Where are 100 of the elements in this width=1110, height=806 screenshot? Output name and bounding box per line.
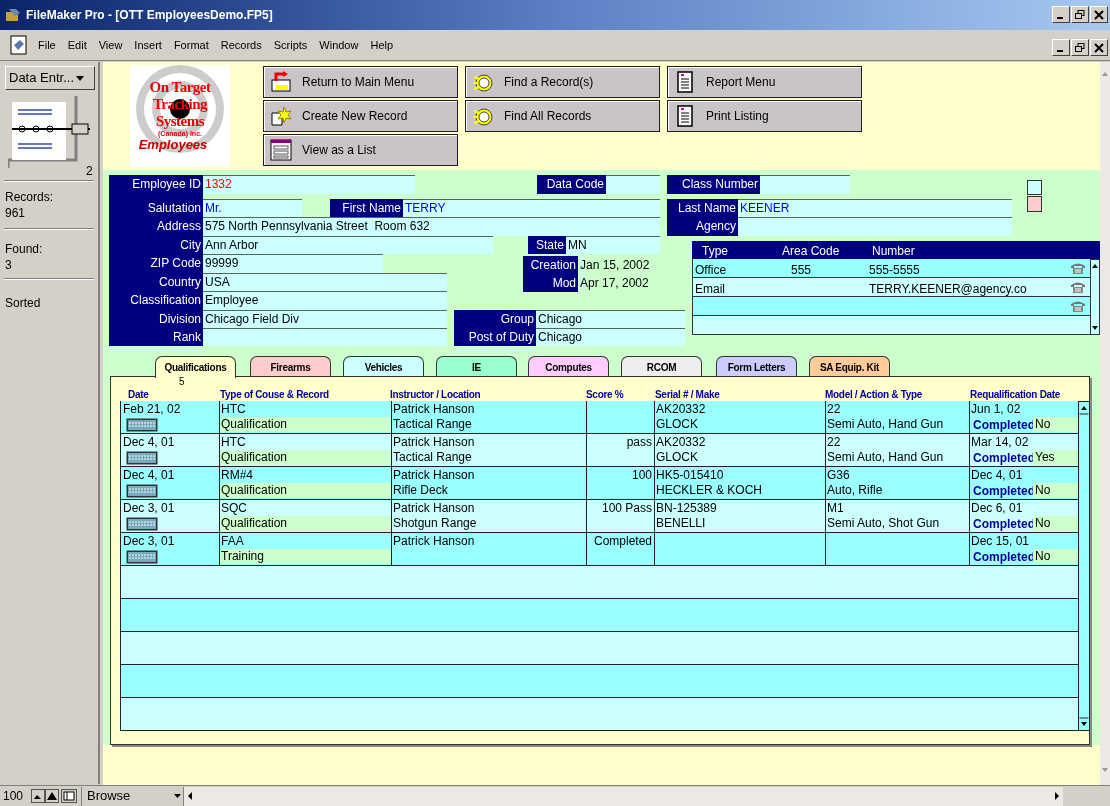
window-title: FileMaker Pro - [OTT EmployeesDemo.FP5] <box>26 7 273 24</box>
folder-icon <box>4 7 22 23</box>
text-field[interactable]: Employee <box>203 291 447 310</box>
table-cell: Semi Auto, Hand Gun <box>827 417 944 432</box>
tab[interactable]: Computes <box>528 356 609 376</box>
script-button[interactable]: Find a Record(s) <box>465 66 660 98</box>
table-cell: Training <box>220 549 391 564</box>
telephone-icon[interactable] <box>1070 262 1086 275</box>
field-label: Mod <box>523 274 578 292</box>
text-field[interactable] <box>738 217 1012 236</box>
menu-item[interactable]: View <box>92 36 129 54</box>
field-label: Class Number <box>667 175 760 194</box>
mode-dropdown[interactable]: Browse <box>81 786 181 806</box>
menu-item[interactable]: File <box>32 36 62 54</box>
table-cell: Patrick Hanson <box>393 435 475 450</box>
record-number: 2 <box>86 163 93 180</box>
scrollbar[interactable] <box>1100 62 1110 785</box>
menu-item[interactable]: Window <box>313 36 365 54</box>
close-button[interactable] <box>1090 6 1108 23</box>
text-field[interactable]: KEENER <box>738 199 1012 217</box>
zoom-out-icon[interactable] <box>31 789 45 803</box>
table-cell: Dec 4, 01 <box>971 468 1023 483</box>
table-cell: Semi Auto, Hand Gun <box>827 450 944 465</box>
zoom-in-icon[interactable] <box>45 789 59 803</box>
script-button[interactable]: Find All Records <box>465 100 660 132</box>
table-cell: GLOCK <box>656 417 698 432</box>
report-document-icon <box>674 71 696 93</box>
text-field[interactable]: 1332 <box>203 175 415 194</box>
tab[interactable]: IE <box>436 356 517 376</box>
telephone-icon[interactable] <box>1070 281 1086 294</box>
column-header: Type <box>702 243 728 260</box>
script-button[interactable]: View as a List <box>263 134 458 166</box>
restore-button[interactable] <box>1071 39 1089 56</box>
text-field[interactable]: MN <box>566 236 660 254</box>
table-cell: Dec 4, 01 <box>123 435 175 450</box>
menu-item[interactable]: Edit <box>61 36 93 54</box>
restore-icon <box>1075 9 1085 20</box>
keyboard-icon[interactable] <box>126 451 158 465</box>
table-cell: AK20332 <box>656 435 706 450</box>
script-button[interactable]: Return to Main Menu <box>263 66 458 98</box>
menu-item[interactable]: Scripts <box>267 36 314 54</box>
text-field[interactable] <box>203 328 447 346</box>
text-field[interactable]: TERRY <box>403 199 660 217</box>
field-label: Group <box>454 310 536 328</box>
text-field[interactable] <box>760 175 850 194</box>
table-cell: Jun 1, 02 <box>971 402 1021 417</box>
close-button[interactable] <box>1090 39 1108 56</box>
keyboard-icon[interactable] <box>126 418 158 432</box>
tab[interactable]: RCOM <box>621 356 702 376</box>
restore-button[interactable] <box>1071 6 1089 23</box>
menu-item[interactable]: Insert <box>128 36 168 54</box>
scrollbar[interactable] <box>1078 401 1090 731</box>
keyboard-icon[interactable] <box>126 550 158 564</box>
script-button[interactable]: Report Menu <box>667 66 862 98</box>
menu-item[interactable]: Help <box>364 36 400 54</box>
tab[interactable]: Qualifications <box>155 356 236 378</box>
table-cell: AK20332 <box>656 402 706 417</box>
close-icon <box>1094 42 1104 53</box>
column-header: Serial # / Make <box>655 388 720 402</box>
scrollbar[interactable] <box>1090 259 1100 335</box>
text-field[interactable]: Chicago Field Div <box>203 310 447 328</box>
table-cell-text: 100 <box>630 468 653 483</box>
completed-value: No <box>1033 483 1078 498</box>
tab[interactable]: Vehicles <box>343 356 424 376</box>
keyboard-icon[interactable] <box>126 484 158 498</box>
field-label: Agency <box>667 217 738 236</box>
list-window-icon <box>270 139 292 161</box>
table-cell: Patrick Hanson <box>393 534 475 549</box>
portal-cell-text: 555-5555 <box>869 262 920 279</box>
text-field[interactable]: Mr. <box>203 199 302 217</box>
script-button[interactable]: Print Listing <box>667 100 862 132</box>
minimize-button[interactable] <box>1052 39 1070 56</box>
text-field[interactable]: Chicago <box>536 328 685 346</box>
tab[interactable]: Firearms <box>250 356 331 376</box>
text-field[interactable] <box>606 175 660 194</box>
telephone-icon[interactable] <box>1070 300 1086 313</box>
menu-item[interactable]: Records <box>214 36 268 54</box>
minimize-button[interactable] <box>1052 6 1070 23</box>
sort-status: Sorted <box>5 295 41 312</box>
scroll-left-icon[interactable] <box>187 792 192 800</box>
text-field[interactable]: USA <box>203 273 447 291</box>
completed-value: No <box>1033 417 1078 432</box>
table-cell: Tactical Range <box>393 450 472 465</box>
scrollbar[interactable] <box>183 786 1063 806</box>
completed-value: Yes <box>1033 450 1078 465</box>
layout-dropdown[interactable]: Data Entr... <box>5 66 95 90</box>
found-label: Found: <box>5 241 43 258</box>
menu-item[interactable]: Format <box>167 36 215 54</box>
tab[interactable]: SA Equip. Kit <box>809 356 890 376</box>
text-field[interactable]: 575 North Pennsylvania Street Room 632 <box>203 217 660 236</box>
text-field[interactable]: Chicago <box>536 310 685 328</box>
tab[interactable]: Form Letters <box>716 356 797 376</box>
text-field[interactable]: Ann Arbor <box>203 236 493 254</box>
scroll-right-icon[interactable] <box>1055 792 1060 800</box>
table-cell: Shotgun Range <box>393 516 477 531</box>
layout-view-icon[interactable] <box>61 789 77 803</box>
text-field[interactable]: 99999 <box>203 254 383 273</box>
script-button[interactable]: Create New Record <box>263 100 458 132</box>
keyboard-icon[interactable] <box>126 517 158 531</box>
column-header: Date <box>128 388 149 402</box>
